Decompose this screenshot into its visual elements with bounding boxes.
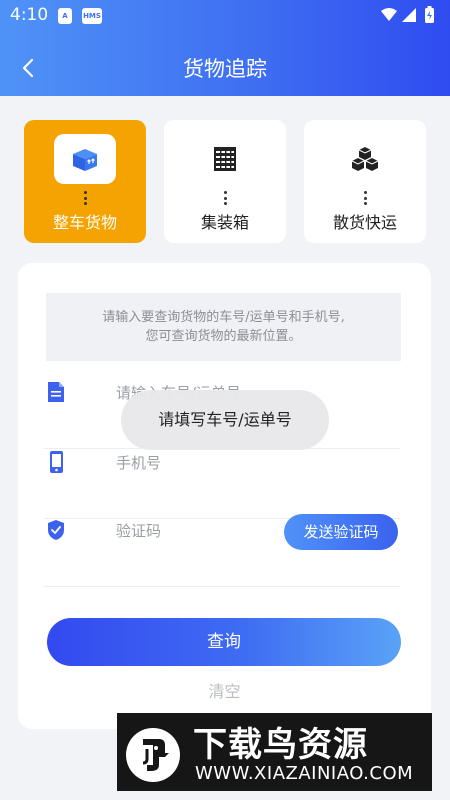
tab-label: 整车货物 xyxy=(52,213,117,232)
document-icon xyxy=(48,382,64,402)
phone-icon xyxy=(50,451,63,473)
status-icons xyxy=(380,6,440,26)
phone-input[interactable] xyxy=(116,451,276,475)
query-button[interactable]: 查询 xyxy=(47,618,401,666)
cat-dot-indicator xyxy=(83,191,87,205)
wifi-signal-battery-icon xyxy=(381,6,434,23)
page-title: 货物追踪 xyxy=(183,57,267,81)
cat-icon-box xyxy=(54,134,116,184)
tab-label: 集装箱 xyxy=(200,213,249,232)
hint-line-1: 请输入要查询货物的车号/运单号和手机号, xyxy=(102,310,345,325)
cat-icon-box xyxy=(334,134,396,184)
truck-box-icon xyxy=(73,149,97,171)
container-icon xyxy=(214,147,236,171)
tab-whole-vehicle-cargo[interactable]: 整车货物 xyxy=(24,120,146,243)
tab-container[interactable]: 集装箱 xyxy=(164,120,286,243)
verify-code-input[interactable] xyxy=(116,519,276,543)
tab-label: 散货快运 xyxy=(332,213,397,232)
boxes-icon xyxy=(351,147,379,171)
phone-row xyxy=(44,451,400,519)
watermark-url: WWW.XIAZAINIAO.COM xyxy=(195,763,414,784)
shield-check-icon xyxy=(48,520,64,540)
status-time: 4:10 xyxy=(10,5,49,25)
app-notification-icon: A xyxy=(58,8,72,24)
cat-icon-box xyxy=(194,134,256,184)
hms-notification-icon: HMS xyxy=(82,8,102,24)
bird-logo-icon xyxy=(126,728,180,782)
tab-bulk-express[interactable]: 散货快运 xyxy=(304,120,426,243)
navbar: 货物追踪 xyxy=(0,40,450,96)
tracking-form-card: 请输入要查询货物的车号/运单号和手机号, 您可查询货物的最新位置。 发送验证码 … xyxy=(18,263,431,729)
cat-dot-indicator xyxy=(363,191,367,205)
watermark-banner: 下载鸟资源 WWW.XIAZAINIAO.COM xyxy=(117,713,432,791)
form-hint: 请输入要查询货物的车号/运单号和手机号, 您可查询货物的最新位置。 xyxy=(46,293,401,361)
toast-message: 请填写车号/运单号 xyxy=(121,390,329,450)
header: 4:10 A HMS 货物追踪 xyxy=(0,0,450,96)
cat-dot-indicator xyxy=(223,191,227,205)
send-code-button[interactable]: 发送验证码 xyxy=(284,514,398,550)
watermark-title: 下载鸟资源 xyxy=(193,725,368,765)
status-bar: 4:10 A HMS xyxy=(0,0,450,32)
clear-button[interactable]: 清空 xyxy=(18,678,431,702)
hint-line-2: 您可查询货物的最新位置。 xyxy=(145,329,302,344)
